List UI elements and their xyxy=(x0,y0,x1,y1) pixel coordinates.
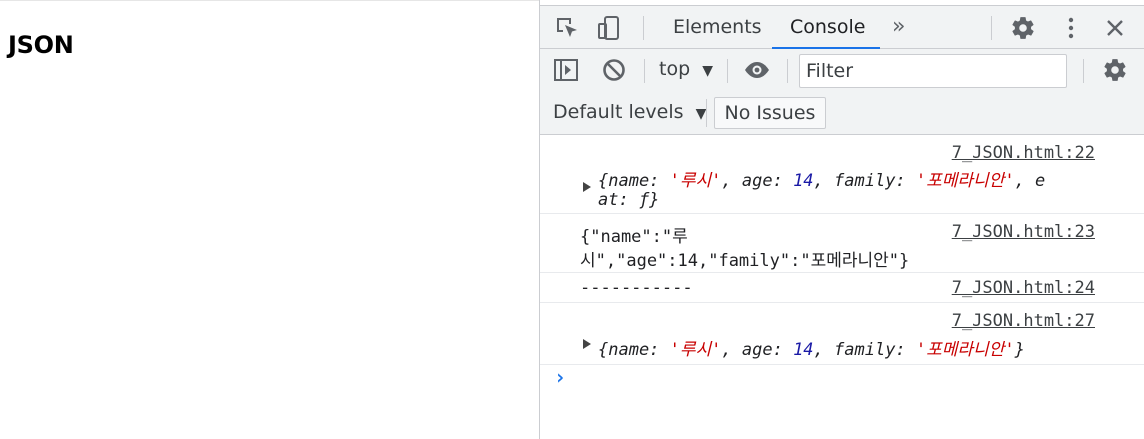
issues-button[interactable]: No Issues xyxy=(714,97,826,129)
context-selector[interactable]: top ▼ xyxy=(659,58,713,80)
page-heading: JSON xyxy=(8,31,74,59)
expand-triangle-icon[interactable] xyxy=(583,182,591,192)
toolbar-separator xyxy=(787,59,788,83)
sidebar-toggle-icon[interactable] xyxy=(551,55,581,85)
context-label: top xyxy=(659,58,691,80)
console-message: 7_JSON.html:27 {name: '루시', age: 14, fam… xyxy=(540,303,1144,365)
source-link[interactable]: 7_JSON.html:22 xyxy=(952,143,1095,163)
log-levels-dropdown[interactable]: Default levels ▼ xyxy=(553,101,706,123)
inspect-element-icon[interactable] xyxy=(552,13,582,43)
close-icon[interactable] xyxy=(1100,13,1130,43)
console-message: 7_JSON.html:24 ----------- xyxy=(540,273,1144,303)
dropdown-arrow-icon: ▼ xyxy=(702,63,713,79)
dropdown-arrow-icon: ▼ xyxy=(695,106,707,122)
device-toolbar-icon[interactable] xyxy=(594,13,624,43)
more-options-icon[interactable] xyxy=(1056,13,1086,43)
settings-gear-icon[interactable] xyxy=(1008,13,1038,43)
toolbar-separator xyxy=(1083,59,1084,83)
object-preview[interactable]: {name: '루시', age: 14, family: '포메라니안', e xyxy=(598,166,1045,191)
filter-input[interactable]: Filter xyxy=(799,54,1067,88)
tab-elements[interactable]: Elements xyxy=(673,6,762,49)
console-messages: 7_JSON.html:22 {name: '루시', age: 14, fam… xyxy=(540,135,1144,439)
console-settings-gear-icon[interactable] xyxy=(1100,55,1130,85)
live-expression-eye-icon[interactable] xyxy=(742,55,772,85)
devtools-tabbar: Elements Console » xyxy=(540,5,1144,49)
object-preview-continued: at: ƒ} xyxy=(598,190,660,210)
source-link[interactable]: 7_JSON.html:24 xyxy=(952,278,1095,298)
levels-label: Default levels xyxy=(553,101,684,123)
object-preview[interactable]: {name: '루시', age: 14, family: '포메라니안'} xyxy=(598,335,1025,360)
devtools-panel: Elements Console » top ▼ Filter Default … xyxy=(539,0,1144,439)
source-link[interactable]: 7_JSON.html:23 xyxy=(952,222,1095,242)
toolbar-separator xyxy=(706,99,707,127)
console-prompt[interactable]: › xyxy=(554,365,566,389)
expand-triangle-icon[interactable] xyxy=(583,339,591,349)
console-toolbar: top ▼ Filter Default levels ▼ No Issues xyxy=(540,49,1144,135)
more-tabs-button[interactable]: » xyxy=(892,6,905,49)
tabbar-separator xyxy=(991,16,992,40)
source-link[interactable]: 7_JSON.html:27 xyxy=(952,311,1095,331)
log-text: 시","age":14,"family":"포메라니안"} xyxy=(580,251,910,271)
console-message: 7_JSON.html:22 {name: '루시', age: 14, fam… xyxy=(540,135,1144,214)
page-viewport: JSON xyxy=(0,0,539,439)
log-text: ----------- xyxy=(580,278,693,298)
toolbar-separator xyxy=(644,59,645,83)
tabbar-separator xyxy=(643,16,644,40)
tab-console[interactable]: Console xyxy=(790,6,865,49)
console-message: 7_JSON.html:23 {"name":"루 시","age":14,"f… xyxy=(540,214,1144,273)
clear-console-icon[interactable] xyxy=(599,55,629,85)
log-text: {"name":"루 xyxy=(580,227,688,247)
toolbar-separator xyxy=(727,59,728,83)
